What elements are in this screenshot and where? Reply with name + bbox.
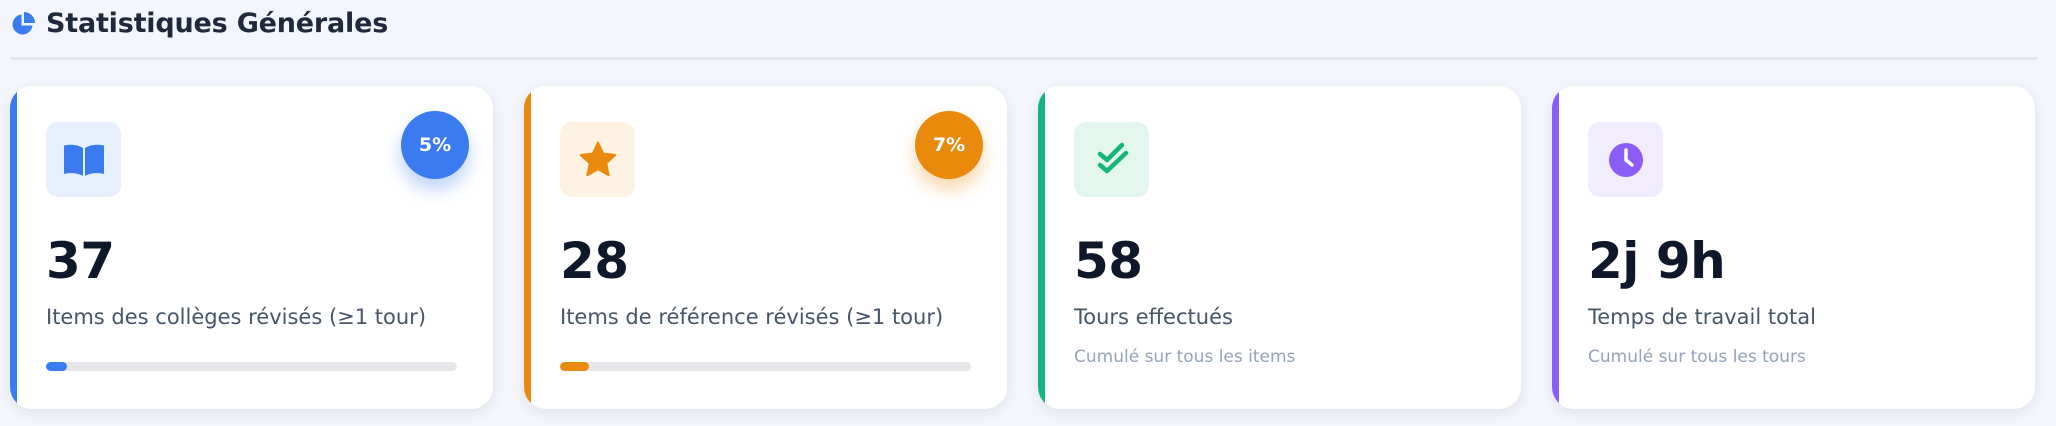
section-title: Statistiques Générales: [46, 8, 389, 39]
section-header: Statistiques Générales: [10, 8, 388, 39]
card-accent-bar: [10, 86, 17, 409]
card-accent-bar: [1552, 86, 1559, 409]
section-divider: [10, 57, 2038, 60]
stat-subtitle: Cumulé sur tous les items: [1074, 347, 1296, 367]
stat-value: 37: [46, 232, 115, 290]
stat-card-colleges: 5% 37 Items des collèges révisés (≥1 tou…: [10, 86, 493, 409]
stat-label: Items des collèges révisés (≥1 tour): [46, 305, 427, 329]
stat-subtitle: Cumulé sur tous les tours: [1588, 347, 1806, 367]
card-icon-box: [1588, 122, 1663, 197]
card-icon-box: [1074, 122, 1149, 197]
stat-value: 2j 9h: [1588, 232, 1726, 290]
card-accent-bar: [524, 86, 531, 409]
pie-chart-icon: [12, 11, 35, 34]
general-stats-section: Statistiques Générales 5% 37 Items des c…: [0, 0, 2056, 426]
percentage-badge: 5%: [401, 111, 469, 179]
book-open-icon: [63, 144, 104, 176]
clock-icon: [1608, 142, 1643, 177]
percentage-badge: 7%: [915, 111, 983, 179]
stat-label: Tours effectués: [1074, 305, 1233, 329]
stat-card-reference: 7% 28 Items de référence révisés (≥1 tou…: [524, 86, 1007, 409]
card-icon-box: [46, 122, 121, 197]
card-icon-box: [560, 122, 635, 197]
stat-label: Items de référence révisés (≥1 tour): [560, 305, 944, 329]
double-check-icon: [1097, 142, 1128, 173]
card-accent-bar: [1038, 86, 1045, 409]
stat-card-time: 2j 9h Temps de travail total Cumulé sur …: [1552, 86, 2035, 409]
star-icon: [579, 141, 616, 176]
progress-fill: [560, 362, 589, 371]
stat-value: 58: [1074, 232, 1143, 290]
progress-bar: [560, 362, 971, 371]
stat-card-tours: 58 Tours effectués Cumulé sur tous les i…: [1038, 86, 1521, 409]
stat-label: Temps de travail total: [1588, 305, 1816, 329]
progress-fill: [46, 362, 67, 371]
stat-value: 28: [560, 232, 629, 290]
progress-bar: [46, 362, 457, 371]
